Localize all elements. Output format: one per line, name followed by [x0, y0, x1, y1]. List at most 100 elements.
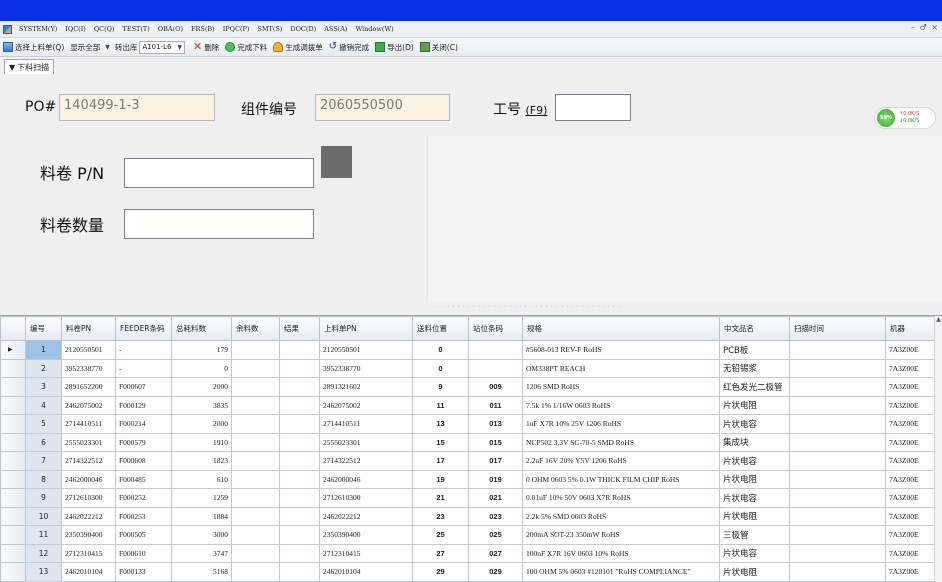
- cell-station-code[interactable]: 025: [468, 525, 523, 545]
- cell-station-code[interactable]: 017: [468, 451, 523, 471]
- cell-feeder-code[interactable]: F000214: [115, 414, 172, 434]
- chevron-down-icon[interactable]: ▼: [103, 44, 112, 51]
- cell-feed-position[interactable]: 0: [412, 340, 469, 360]
- cell-cn-name[interactable]: 片状电阻: [719, 469, 790, 489]
- reel-pn-input[interactable]: [124, 158, 314, 188]
- cell-row-index[interactable]: 5: [25, 414, 62, 434]
- cell-reel-pn[interactable]: 2712610300: [61, 488, 116, 508]
- cell-list-pn[interactable]: 2120550501: [319, 340, 413, 360]
- cell-row-index[interactable]: 4: [25, 395, 62, 415]
- menu-window[interactable]: Window(W): [351, 25, 397, 33]
- cell-cn-name[interactable]: 片状电阻: [719, 562, 790, 582]
- cell-feed-position[interactable]: 29: [412, 562, 469, 582]
- cell-total-qty[interactable]: 5168: [171, 562, 232, 582]
- cell-cn-name[interactable]: 片状电阻: [719, 395, 790, 415]
- cell-machine[interactable]: 7A3Z00E: [885, 562, 936, 582]
- cell-station-code[interactable]: 011: [468, 395, 523, 415]
- menu-iqc[interactable]: IQC(I): [61, 25, 90, 33]
- cell-list-pn[interactable]: 2712610300: [319, 488, 413, 508]
- tab-unload-scan[interactable]: ▼ 下料扫描: [4, 59, 55, 74]
- cell-cn-name[interactable]: 片状电容: [719, 414, 790, 434]
- cell-result[interactable]: [279, 506, 320, 526]
- cell-list-pn[interactable]: 2462075002: [319, 395, 413, 415]
- menu-test[interactable]: TEST(T): [119, 25, 154, 33]
- job-number-input[interactable]: [555, 94, 631, 121]
- cell-station-code[interactable]: 027: [468, 543, 523, 563]
- cell-reel-pn[interactable]: 2462022212: [61, 506, 116, 526]
- cell-total-qty[interactable]: 0: [171, 358, 232, 378]
- cell-spec[interactable]: 100nF X7R 16V 0603 10% RoHS: [522, 543, 720, 563]
- cell-scan-time[interactable]: [789, 377, 886, 397]
- table-row[interactable]: 12 2712310415 F000610 3747 2712310415 27 027 10…: [0, 543, 936, 563]
- cell-feeder-code[interactable]: F000129: [115, 395, 172, 415]
- cell-scan-time[interactable]: [789, 562, 886, 582]
- cell-total-qty[interactable]: 1259: [171, 488, 232, 508]
- cell-scan-time[interactable]: [789, 543, 886, 563]
- cell-row-index[interactable]: 9: [25, 488, 62, 508]
- cell-machine[interactable]: 7A3Z00E: [885, 395, 936, 415]
- col-header-position[interactable]: 送料位置: [412, 316, 469, 341]
- cell-remain-qty[interactable]: [231, 488, 280, 508]
- gen-transfer-button[interactable]: 生成调拨单: [270, 39, 326, 56]
- cell-cn-name[interactable]: 片状电容: [719, 488, 790, 508]
- cell-result[interactable]: [279, 469, 320, 489]
- table-row[interactable]: 11 2350390400 F000505 3000 2350390400 25 025 20…: [0, 525, 936, 545]
- cell-machine[interactable]: 7A3Z00E: [885, 377, 936, 397]
- col-header-total[interactable]: 总耗料数: [171, 316, 232, 341]
- cell-spec[interactable]: OM338PT REACH: [522, 358, 720, 378]
- cell-machine[interactable]: 7A3Z00E: [885, 432, 936, 452]
- cell-list-pn[interactable]: 2462010104: [319, 562, 413, 582]
- cell-row-index[interactable]: 1: [25, 340, 62, 360]
- cell-scan-time[interactable]: [789, 358, 886, 378]
- select-list-button[interactable]: 选择上料单(Q): [0, 39, 67, 56]
- col-header-scan-time[interactable]: 扫描时间: [789, 316, 886, 341]
- table-row[interactable]: 2 3952338770-0 3952338770 0 OM338PT REACH 无铅锡…: [0, 358, 936, 378]
- cell-remain-qty[interactable]: [231, 543, 280, 563]
- cell-result[interactable]: [279, 488, 320, 508]
- cell-machine[interactable]: 7A3Z00E: [885, 469, 936, 489]
- menu-ipqc[interactable]: IPQC(P): [219, 25, 254, 33]
- scroll-up-icon[interactable]: ▲: [935, 316, 942, 323]
- cell-cn-name[interactable]: 片状电阻: [719, 506, 790, 526]
- cell-scan-time[interactable]: [789, 451, 886, 471]
- cell-reel-pn[interactable]: 2712310415: [61, 543, 116, 563]
- cell-spec[interactable]: 100 OHM 5% 0603 #128101 "RoHS COMPLIANCE…: [522, 562, 720, 582]
- cell-list-pn[interactable]: 2462022212: [319, 506, 413, 526]
- cell-machine[interactable]: 7A3Z00E: [885, 358, 936, 378]
- row-header[interactable]: [0, 506, 26, 526]
- cell-cn-name[interactable]: 三极管: [719, 525, 790, 545]
- row-header[interactable]: [0, 340, 26, 360]
- cell-total-qty[interactable]: 179: [171, 340, 232, 360]
- cell-total-qty[interactable]: 3000: [171, 525, 232, 545]
- cell-list-pn[interactable]: 2462000046: [319, 469, 413, 489]
- cell-row-index[interactable]: 10: [25, 506, 62, 526]
- col-header-station[interactable]: 站位条码: [468, 316, 523, 341]
- cell-spec[interactable]: 2.2k 5% SMD 0603 RoHS: [522, 506, 720, 526]
- cell-scan-time[interactable]: [789, 488, 886, 508]
- cell-scan-time[interactable]: [789, 340, 886, 360]
- cell-feed-position[interactable]: 21: [412, 488, 469, 508]
- close-button[interactable]: 关闭(C): [417, 39, 461, 56]
- cell-result[interactable]: [279, 414, 320, 434]
- cell-result[interactable]: [279, 525, 320, 545]
- cell-feeder-code[interactable]: F000252: [115, 488, 172, 508]
- cell-total-qty[interactable]: 3835: [171, 395, 232, 415]
- reel-qty-input[interactable]: [124, 209, 314, 239]
- cell-station-code[interactable]: 009: [468, 377, 523, 397]
- cell-list-pn[interactable]: 2891321602: [319, 377, 413, 397]
- menu-qc[interactable]: QC(Q): [90, 25, 119, 33]
- cell-result[interactable]: [279, 377, 320, 397]
- menu-smt[interactable]: SMT(S): [253, 25, 286, 33]
- table-row[interactable]: 8 2462000046 F000485 610 2462000046 19 019 0 OH…: [0, 469, 936, 489]
- cell-scan-time[interactable]: [789, 469, 886, 489]
- finish-feed-button[interactable]: 完成下料: [222, 39, 270, 56]
- cell-feeder-code[interactable]: -: [115, 358, 172, 378]
- window-controls[interactable]: – ♂ ×: [911, 23, 939, 32]
- cell-remain-qty[interactable]: [231, 506, 280, 526]
- cell-feeder-code[interactable]: F000610: [115, 543, 172, 563]
- cell-feed-position[interactable]: 19: [412, 469, 469, 489]
- menu-doc[interactable]: DOC(D): [286, 25, 320, 33]
- cell-feed-position[interactable]: 13: [412, 414, 469, 434]
- cell-total-qty[interactable]: 1884: [171, 506, 232, 526]
- cell-machine[interactable]: 7A3Z00E: [885, 340, 936, 360]
